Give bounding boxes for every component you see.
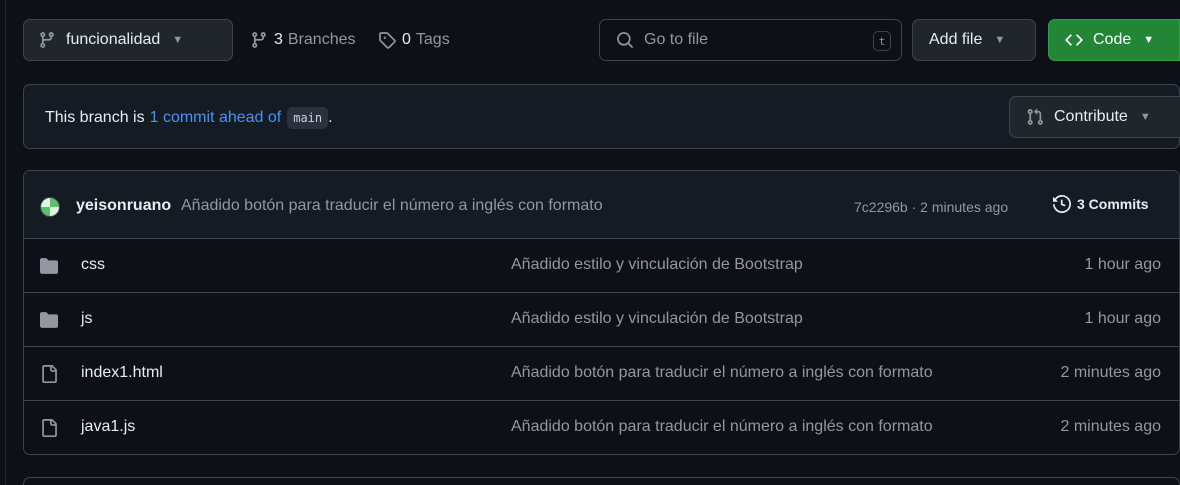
chevron-down-icon: ▼ — [1139, 111, 1151, 123]
search-icon — [617, 32, 633, 48]
chevron-down-icon: ▼ — [1143, 34, 1155, 46]
git-branch-icon — [252, 32, 266, 48]
branch-name: funcionalidad — [66, 31, 161, 48]
file-icon — [42, 419, 57, 437]
file-commit-message-link[interactable]: Añadido botón para traducir el número a … — [511, 418, 933, 436]
commit-author-link[interactable]: yeisonruano — [76, 197, 171, 215]
git-branch-icon — [40, 32, 54, 48]
search-shortcut-key: t — [873, 31, 891, 51]
branches-label: Branches — [287, 31, 356, 48]
go-to-file-search[interactable]: t — [599, 19, 902, 61]
commits-history-link[interactable]: 3 Commits — [1053, 195, 1149, 213]
history-icon — [1053, 195, 1071, 213]
file-name-link[interactable]: index1.html — [81, 364, 163, 382]
file-commit-message-link[interactable]: Añadido estilo y vinculación de Bootstra… — [511, 256, 803, 274]
file-row-java1-js[interactable]: java1.js Añadido botón para traducir el … — [24, 401, 1179, 454]
contribute-label: Contribute — [1054, 108, 1128, 125]
add-file-label: Add file — [929, 31, 983, 48]
base-branch-name: main — [287, 107, 329, 129]
search-input[interactable] — [644, 31, 864, 49]
branch-selector-button[interactable]: funcionalidad ▼ — [23, 19, 233, 61]
file-icon — [42, 365, 57, 383]
folder-icon — [40, 258, 58, 274]
code-label: Code — [1093, 31, 1132, 48]
file-row-js[interactable]: js Añadido estilo y vinculación de Boots… — [24, 293, 1179, 347]
file-commit-message-link[interactable]: Añadido botón para traducir el número a … — [511, 364, 933, 382]
file-commit-time: 1 hour ago — [1084, 310, 1161, 327]
tag-icon — [379, 32, 396, 49]
avatar[interactable] — [40, 197, 60, 217]
ahead-commits-link[interactable]: 1 commit ahead of — [150, 109, 282, 127]
commit-sha-time[interactable]: 7c2296b · 2 minutes ago — [854, 199, 1008, 215]
ahead-suffix: . — [328, 109, 333, 126]
folder-icon — [40, 312, 58, 328]
branch-ahead-banner: This branch is 1 commit ahead of main . … — [23, 84, 1180, 149]
file-row-index1-html[interactable]: index1.html Añadido botón para traducir … — [24, 347, 1179, 401]
file-commit-message-link[interactable]: Añadido estilo y vinculación de Bootstra… — [511, 310, 803, 328]
contribute-button[interactable]: Contribute ▼ — [1009, 96, 1180, 138]
repo-toolbar: funcionalidad ▼ 3 Branches 0 Tags t Add … — [0, 0, 1180, 80]
readme-card-edge — [23, 477, 1180, 485]
file-commit-time: 1 hour ago — [1084, 256, 1161, 273]
file-name-link[interactable]: js — [81, 310, 93, 328]
file-name-link[interactable]: java1.js — [81, 418, 135, 436]
file-row-css[interactable]: css Añadido estilo y vinculación de Boot… — [24, 239, 1179, 293]
branch-ahead-text: This branch is 1 commit ahead of main . — [45, 107, 333, 129]
file-name-link[interactable]: css — [81, 256, 105, 274]
code-button[interactable]: Code ▼ — [1048, 19, 1180, 61]
file-commit-time: 2 minutes ago — [1060, 364, 1161, 381]
file-list: yeisonruano Añadido botón para traducir … — [23, 170, 1180, 455]
branches-count: 3 — [274, 31, 283, 48]
chevron-down-icon: ▼ — [994, 34, 1006, 46]
tags-count: 0 — [402, 31, 411, 48]
branches-link[interactable]: 3 Branches — [250, 28, 356, 52]
add-file-button[interactable]: Add file ▼ — [912, 19, 1036, 61]
file-commit-time: 2 minutes ago — [1060, 418, 1161, 435]
commits-count-label: 3 Commits — [1077, 196, 1149, 212]
tags-link[interactable]: 0 Tags — [378, 28, 450, 52]
latest-commit-row: yeisonruano Añadido botón para traducir … — [24, 171, 1179, 239]
chevron-down-icon: ▼ — [172, 34, 184, 46]
ahead-prefix: This branch is — [45, 109, 145, 126]
pull-request-icon — [1027, 108, 1043, 125]
tags-label: Tags — [415, 31, 450, 48]
code-icon — [1065, 34, 1083, 46]
commit-message-link[interactable]: Añadido botón para traducir el número a … — [181, 197, 603, 215]
